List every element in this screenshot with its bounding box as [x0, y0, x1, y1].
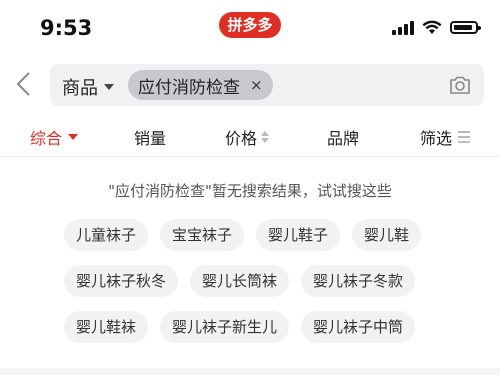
suggestion-chip[interactable]: 婴儿袜子冬款	[301, 265, 416, 297]
search-scope-dropdown[interactable]: 商品	[62, 74, 114, 100]
tab-brand[interactable]: 品牌	[327, 125, 359, 149]
clear-query-button[interactable]: ×	[250, 76, 263, 94]
filter-tabs: 综合 销量 价格 品牌 筛选	[0, 116, 500, 157]
suggestion-chip[interactable]: 儿童袜子	[64, 219, 149, 251]
suggestion-chip[interactable]: 宝宝袜子	[160, 219, 245, 251]
search-scope-label: 商品	[62, 78, 98, 99]
suggestion-chip[interactable]: 婴儿鞋袜	[64, 311, 149, 343]
tab-label: 品牌	[327, 129, 360, 148]
tab-label: 销量	[134, 129, 167, 148]
filter-menu-icon	[458, 131, 471, 143]
status-bar: 9:53 拼多多	[0, 0, 500, 60]
tab-label: 综合	[30, 129, 63, 148]
search-query-chip[interactable]: 应付消防检查 ×	[128, 70, 273, 100]
tab-filter[interactable]: 筛选	[420, 125, 471, 149]
search-box[interactable]: 商品 应付消防检查 ×	[50, 64, 484, 106]
bottom-divider	[0, 368, 500, 375]
status-time: 9:53	[40, 16, 93, 40]
suggestion-row: 儿童袜子 宝宝袜子 婴儿鞋子 婴儿鞋	[64, 219, 444, 251]
suggestion-chip[interactable]: 婴儿鞋子	[256, 219, 341, 251]
battery-icon	[450, 21, 481, 34]
cellular-signal-icon	[392, 20, 414, 35]
suggestion-row: 婴儿袜子秋冬 婴儿长筒袜 婴儿袜子冬款	[64, 265, 444, 297]
tab-label: 价格	[225, 129, 258, 148]
suggestion-chip[interactable]: 婴儿袜子新生儿	[160, 311, 290, 343]
suggestion-chips: 儿童袜子 宝宝袜子 婴儿鞋子 婴儿鞋 婴儿袜子秋冬 婴儿长筒袜 婴儿袜子冬款 婴…	[64, 219, 444, 357]
suggestion-chip[interactable]: 婴儿鞋	[352, 219, 422, 251]
suggestion-chip[interactable]: 婴儿长筒袜	[190, 265, 290, 297]
suggestion-chip[interactable]: 婴儿袜子秋冬	[64, 265, 179, 297]
suggestion-chip[interactable]: 婴儿袜子中筒	[301, 311, 416, 343]
status-icons	[392, 20, 481, 35]
wifi-icon	[422, 20, 442, 34]
sort-arrows-icon	[261, 131, 270, 143]
chevron-down-icon	[104, 84, 114, 90]
tab-price[interactable]: 价格	[225, 125, 270, 149]
suggestion-row: 婴儿鞋袜 婴儿袜子新生儿 婴儿袜子中筒	[64, 311, 444, 343]
tab-label: 筛选	[420, 129, 453, 148]
back-arrow-icon[interactable]	[12, 70, 36, 98]
app-logo-pill: 拼多多	[219, 12, 281, 38]
tab-comprehensive[interactable]: 综合	[30, 125, 79, 149]
camera-icon[interactable]	[448, 73, 472, 97]
no-result-message: "应付消防检查"暂无搜索结果，试试搜这些	[108, 182, 392, 200]
chevron-down-icon	[68, 134, 79, 140]
search-query-text: 应付消防检查	[138, 77, 240, 98]
tab-sales[interactable]: 销量	[134, 125, 166, 149]
